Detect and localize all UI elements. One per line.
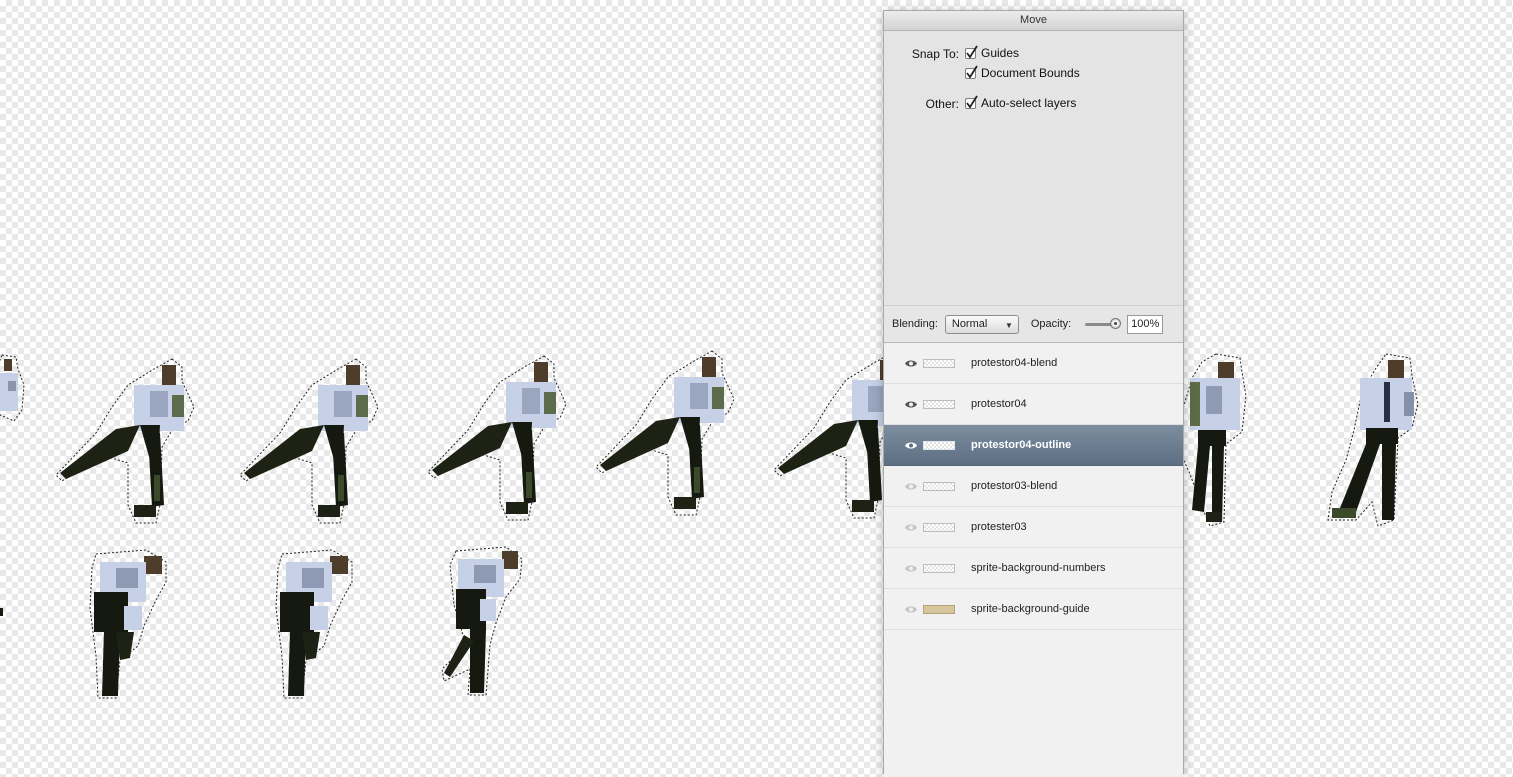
layer-row[interactable]: protestor04 xyxy=(884,384,1183,425)
eye-icon[interactable] xyxy=(903,523,919,532)
eye-icon[interactable] xyxy=(903,482,919,491)
blending-label: Blending: xyxy=(892,318,938,330)
eye-icon[interactable] xyxy=(903,564,919,573)
blending-select[interactable]: Normal ▼ xyxy=(944,314,1019,334)
snap-guides-checkbox[interactable]: Guides xyxy=(965,45,1020,60)
snap-document-bounds-checkbox[interactable]: Document Bounds xyxy=(965,65,1080,80)
layer-name: protestor03-blend xyxy=(971,480,1058,492)
sprite-frame xyxy=(427,352,568,524)
layer-name: protester03 xyxy=(971,521,1027,533)
layer-name: sprite-background-guide xyxy=(971,603,1090,615)
layer-row[interactable]: sprite-background-numbers xyxy=(884,548,1183,589)
layer-list: protestor04-blend protestor04 protestor04-… xyxy=(884,343,1183,777)
sprite-frame xyxy=(239,355,380,527)
checkmark-icon xyxy=(966,95,978,109)
sprite-frame xyxy=(595,347,736,519)
opacity-slider[interactable] xyxy=(1085,318,1122,330)
checkbox-label: Guides xyxy=(981,46,1020,60)
checkbox-label: Auto-select layers xyxy=(981,96,1077,110)
layer-thumbnail xyxy=(923,481,955,491)
opacity-label: Opacity: xyxy=(1030,318,1072,330)
sprite-frame xyxy=(1176,352,1250,528)
layer-thumbnail xyxy=(923,399,955,409)
checkbox-label: Document Bounds xyxy=(981,66,1080,80)
sprite-frame xyxy=(272,548,356,702)
layer-thumbnail xyxy=(923,563,955,573)
layer-row[interactable]: protestor03-blend xyxy=(884,466,1183,507)
layer-row[interactable]: sprite-background-guide xyxy=(884,589,1183,630)
sprite-frame xyxy=(0,354,28,425)
checkbox-box[interactable] xyxy=(965,45,978,59)
layer-name: sprite-background-numbers xyxy=(971,562,1106,574)
checkmark-icon xyxy=(966,65,978,79)
layer-thumbnail xyxy=(923,440,955,450)
sprite-frame xyxy=(440,545,524,699)
opacity-field[interactable]: 100% xyxy=(1127,314,1164,334)
layer-name: protestor04-outline xyxy=(971,439,1072,451)
layer-name: protestor04-blend xyxy=(971,357,1058,369)
eye-icon[interactable] xyxy=(903,400,919,409)
eye-icon[interactable] xyxy=(903,441,919,450)
layer-row[interactable]: protester03 xyxy=(884,507,1183,548)
layer-name: protestor04 xyxy=(971,398,1027,410)
blending-bar: Blending: Normal ▼ Opacity: 100% xyxy=(884,305,1183,343)
chevron-down-icon: ▼ xyxy=(1004,320,1013,330)
eye-icon[interactable] xyxy=(903,605,919,614)
sprite-frame xyxy=(86,548,170,702)
checkbox-box[interactable] xyxy=(965,95,978,109)
panel-title: Move xyxy=(884,11,1183,31)
eye-icon[interactable] xyxy=(903,359,919,368)
document-canvas[interactable] xyxy=(0,0,1513,773)
snap-to-label: Snap To: xyxy=(911,47,959,61)
auto-select-layers-checkbox[interactable]: Auto-select layers xyxy=(965,95,1077,110)
move-options: Snap To: Guides Document Bounds Other: A… xyxy=(884,31,1183,305)
move-tool-panel: Move Snap To: Guides Document Bounds Oth… xyxy=(883,10,1184,777)
sprite-frame xyxy=(1326,352,1422,528)
layer-thumbnail xyxy=(923,358,955,368)
layer-thumbnail xyxy=(923,522,955,532)
layer-row[interactable]: protestor04-outline xyxy=(884,425,1183,466)
sprite-fragment xyxy=(0,606,4,618)
slider-knob[interactable] xyxy=(1110,318,1122,329)
sprite-frame xyxy=(55,355,196,527)
layer-thumbnail xyxy=(923,604,955,614)
other-label: Other: xyxy=(925,97,959,111)
checkbox-box[interactable] xyxy=(965,65,978,79)
blending-value: Normal xyxy=(951,318,988,330)
checkmark-icon xyxy=(966,45,978,59)
layer-row[interactable]: protestor04-blend xyxy=(884,343,1183,384)
